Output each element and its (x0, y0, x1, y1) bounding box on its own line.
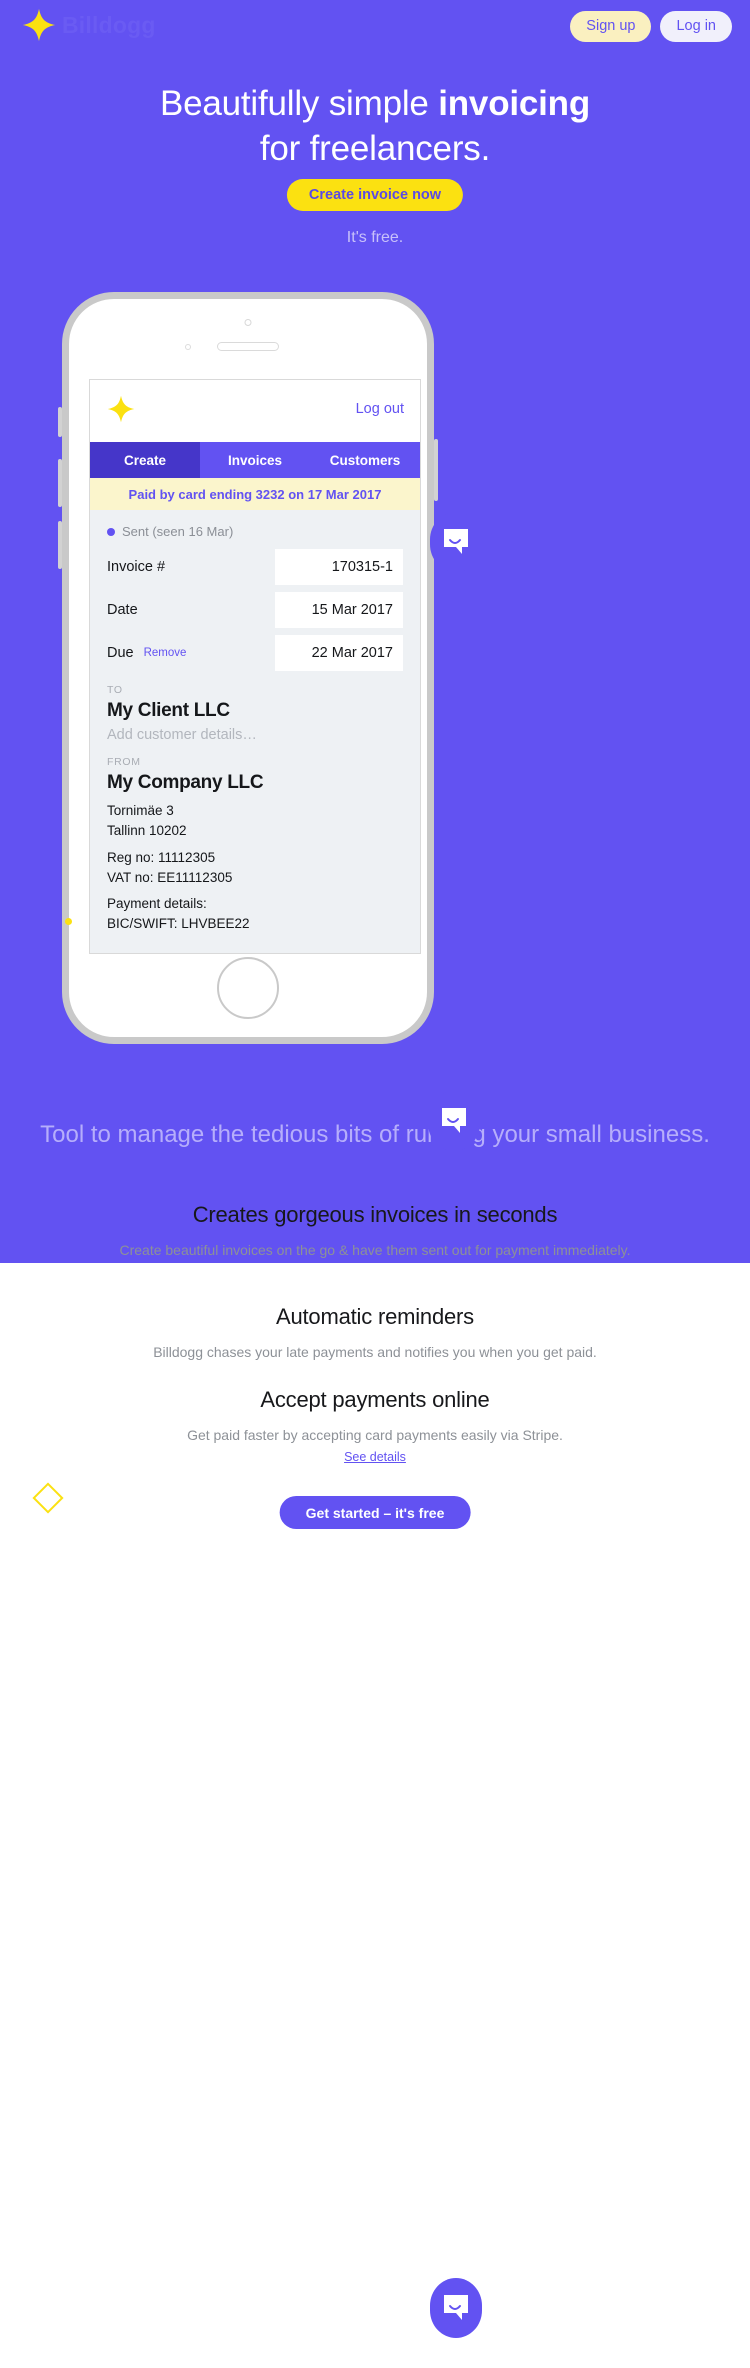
phone-yellow-dot (65, 918, 72, 925)
brand-logo[interactable]: Billdogg (22, 8, 156, 42)
phone-volume-up-button (58, 459, 62, 507)
chat-widget-button[interactable] (430, 2278, 482, 2338)
feature-reminders-title: Automatic reminders (276, 1304, 474, 1329)
feature-invoices-title: Creates gorgeous invoices in seconds (192, 1202, 558, 1227)
invoice-due-input[interactable] (275, 635, 403, 671)
invoice-status: Sent (seen 16 Mar) (107, 524, 403, 539)
invoice-due-row: Due Remove (107, 635, 403, 671)
invoice-date-row: Date (107, 592, 403, 628)
invoice-number-row: Invoice # (107, 549, 403, 585)
payment-bic-swift: BIC/SWIFT: LHVBEE22 (107, 916, 250, 932)
invoice-due-label: Due (107, 645, 134, 661)
invoice-number-input[interactable] (275, 549, 403, 585)
get-started-button[interactable]: Get started – it's free (279, 1496, 471, 1529)
add-customer-details-link[interactable]: Add customer details… (107, 727, 403, 743)
chat-bubble-icon (444, 529, 468, 554)
four-point-star-icon (107, 395, 135, 423)
app-header: Log out (90, 380, 420, 442)
phone-speaker-icon (217, 342, 279, 351)
phone-volume-down-button (58, 521, 62, 569)
status-dot-icon (107, 527, 115, 536)
hero-subtext: It's free. (346, 229, 404, 246)
payment-details-label: Payment details: (107, 896, 207, 912)
invoice-date-label: Date (107, 602, 138, 618)
see-details-wrapper: See details (0, 1448, 750, 1466)
hero-title-line2: for freelancers. (259, 128, 491, 168)
feature-payments-title: Accept payments online (260, 1387, 490, 1412)
nav-buttons: Sign up Log in (570, 11, 732, 42)
phone-silent-switch (58, 407, 62, 437)
phone-power-button (434, 439, 438, 501)
to-section-label: TO (107, 684, 123, 696)
company-address-line2: Tallinn 10202 (107, 822, 187, 838)
hero-title-emphasis: invoicing (438, 84, 591, 123)
four-point-star-icon (22, 8, 56, 42)
logout-link[interactable]: Log out (356, 401, 404, 417)
diamond-outline-icon (32, 1482, 64, 1514)
invoice-form: Sent (seen 16 Mar) Invoice # Date Due Re… (90, 510, 420, 953)
phone-mockup: Log out Create Invoices Customers Paid b… (58, 292, 438, 1044)
tab-customers[interactable]: Customers (310, 442, 420, 478)
feature-invoices-body: Create beautiful invoices on the go & ha… (119, 1242, 631, 1258)
feature-payments-body: Get paid faster by accepting card paymen… (187, 1427, 563, 1443)
from-section-label: FROM (107, 756, 141, 768)
tab-invoices[interactable]: Invoices (200, 442, 310, 478)
feature-reminders-body: Billdogg chases your late payments and n… (153, 1344, 597, 1360)
phone-sensor-icon (185, 344, 191, 350)
app-tab-bar: Create Invoices Customers (90, 442, 420, 478)
hero-title-line1-plain: Beautifully simple (159, 84, 439, 123)
chat-bubble-icon (442, 1108, 466, 1133)
lead-paragraph: Tool to manage the tedious bits of runni… (40, 1121, 710, 1148)
login-button[interactable]: Log in (660, 11, 732, 42)
tab-create[interactable]: Create (90, 442, 200, 478)
app-screen: Log out Create Invoices Customers Paid b… (89, 379, 421, 954)
see-details-link[interactable]: See details (344, 1450, 406, 1464)
feature-payments: Accept payments online Get paid faster b… (0, 1387, 750, 1446)
create-invoice-button[interactable]: Create invoice now (286, 179, 464, 211)
remove-due-link[interactable]: Remove (144, 647, 187, 659)
company-vat-no: VAT no: EE11112305 (107, 869, 233, 885)
hero-title: Beautifully simple invoicing for freelan… (0, 82, 750, 172)
top-navigation: Billdogg Sign up Log in (0, 0, 750, 60)
status-label: Sent (seen 16 Mar) (122, 524, 234, 539)
feature-reminders: Automatic reminders Billdogg chases your… (0, 1304, 750, 1363)
company-name[interactable]: My Company LLC (107, 772, 403, 794)
company-address-line1: Tornimäe 3 (107, 803, 174, 818)
signup-button[interactable]: Sign up (570, 11, 652, 42)
chat-widget-button[interactable] (430, 512, 482, 572)
invoice-number-label: Invoice # (107, 559, 166, 575)
chat-widget-button[interactable] (428, 1091, 480, 1151)
chat-bubble-icon (444, 2295, 468, 2320)
payment-status-banner: Paid by card ending 3232 on 17 Mar 2017 (90, 478, 420, 510)
brand-name: Billdogg (62, 11, 156, 38)
client-name[interactable]: My Client LLC (107, 700, 403, 722)
phone-camera-icon (244, 319, 252, 326)
invoice-date-input[interactable] (275, 592, 403, 628)
feature-invoices: Creates gorgeous invoices in seconds Cre… (0, 1202, 750, 1261)
company-reg-no: Reg no: 11112305 (107, 849, 216, 865)
phone-home-button (217, 957, 279, 1019)
